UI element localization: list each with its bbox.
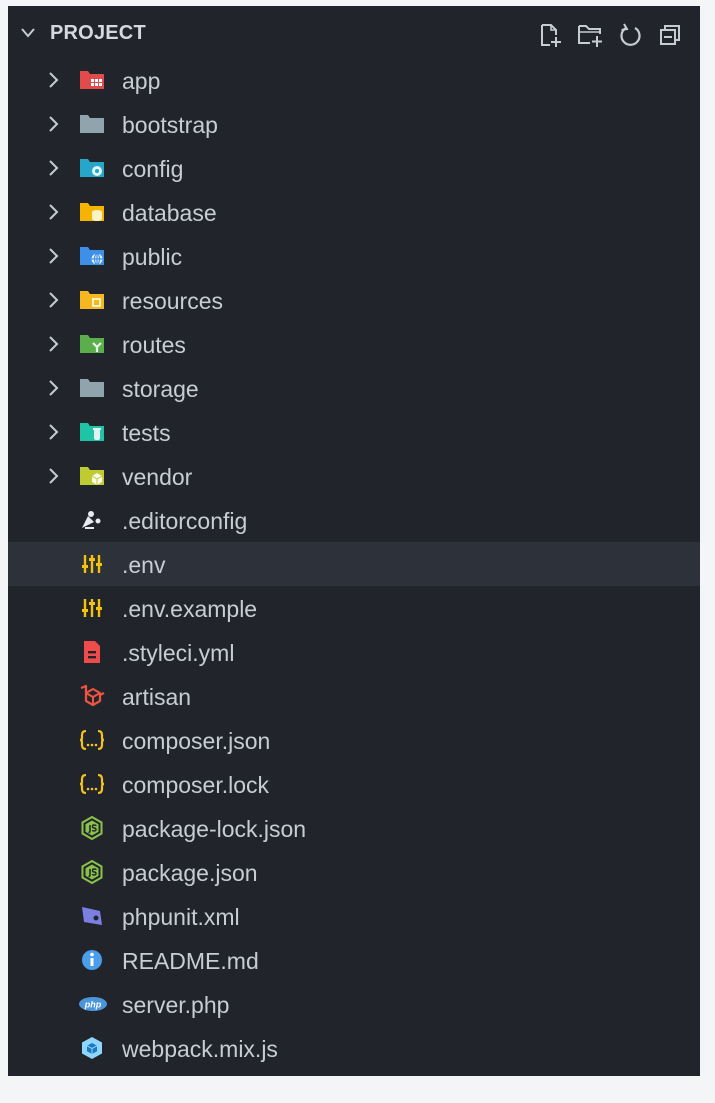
info-icon xyxy=(78,948,106,972)
new-file-icon[interactable] xyxy=(536,21,564,49)
folder-icon xyxy=(78,112,106,136)
file-label: .env.example xyxy=(122,596,258,622)
folder-label: resources xyxy=(122,288,223,314)
webpack-icon xyxy=(78,1036,106,1060)
chevron-right-icon[interactable] xyxy=(46,291,62,309)
chevron-right-icon[interactable] xyxy=(46,203,62,221)
folder-icon xyxy=(78,376,106,400)
folder-vendor-icon xyxy=(78,464,106,488)
editorconfig-icon xyxy=(78,508,106,532)
folder-label: app xyxy=(122,68,161,94)
folder-label: tests xyxy=(122,420,171,446)
folder-row-bootstrap[interactable]: bootstrap xyxy=(8,102,700,146)
folder-row-public[interactable]: public xyxy=(8,234,700,278)
file-tree: app bootstrap config database public res… xyxy=(8,58,700,1070)
folder-config-icon xyxy=(78,156,106,180)
file-row-webpack-mix[interactable]: webpack.mix.js xyxy=(8,1026,700,1070)
env-tune-icon xyxy=(78,596,106,620)
svg-text:php: php xyxy=(84,1000,102,1010)
folder-label: vendor xyxy=(122,464,193,490)
file-row-editorconfig[interactable]: .editorconfig xyxy=(8,498,700,542)
explorer-header[interactable]: PROJECT xyxy=(8,6,700,58)
file-label: package-lock.json xyxy=(122,816,307,842)
explorer-actions xyxy=(536,21,684,49)
explorer-title: PROJECT xyxy=(50,22,146,44)
file-label: server.php xyxy=(122,992,230,1018)
file-row-phpunit-xml[interactable]: phpunit.xml xyxy=(8,894,700,938)
file-label: composer.lock xyxy=(122,772,270,798)
laravel-icon xyxy=(78,684,106,708)
php-icon: php xyxy=(78,992,107,1016)
folder-row-tests[interactable]: tests xyxy=(8,410,700,454)
folder-row-routes[interactable]: routes xyxy=(8,322,700,366)
folder-label: config xyxy=(122,156,184,182)
chevron-right-icon[interactable] xyxy=(46,423,62,441)
file-label: webpack.mix.js xyxy=(122,1036,278,1062)
chevron-down-icon[interactable] xyxy=(20,26,36,40)
folder-row-resources[interactable]: resources xyxy=(8,278,700,322)
folder-label: public xyxy=(122,244,183,270)
chevron-right-icon[interactable] xyxy=(46,159,62,177)
chevron-right-icon[interactable] xyxy=(46,247,62,265)
json-braces-icon xyxy=(78,728,106,752)
file-explorer: PROJECT app bootstrap config database pu… xyxy=(8,6,700,1076)
env-tune-icon xyxy=(78,552,106,576)
file-row-env[interactable]: .env xyxy=(8,542,700,586)
folder-label: database xyxy=(122,200,217,226)
file-row-composer-json[interactable]: composer.json xyxy=(8,718,700,762)
file-row-package-lock-json[interactable]: package-lock.json xyxy=(8,806,700,850)
nodejs-icon xyxy=(78,860,106,884)
phpunit-icon xyxy=(78,904,106,928)
file-label: package.json xyxy=(122,860,258,886)
chevron-right-icon[interactable] xyxy=(46,71,62,89)
file-row-package-json[interactable]: package.json xyxy=(8,850,700,894)
file-row-readme[interactable]: README.md xyxy=(8,938,700,982)
json-braces-icon xyxy=(78,772,106,796)
folder-routes-icon xyxy=(78,332,106,356)
refresh-icon[interactable] xyxy=(616,21,644,49)
folder-app-icon xyxy=(78,68,106,92)
folder-resources-icon xyxy=(78,288,106,312)
chevron-right-icon[interactable] xyxy=(46,115,62,133)
collapse-all-icon[interactable] xyxy=(656,21,684,49)
file-label: phpunit.xml xyxy=(122,904,240,930)
folder-database-icon xyxy=(78,200,106,224)
folder-row-storage[interactable]: storage xyxy=(8,366,700,410)
file-label: README.md xyxy=(122,948,259,974)
folder-row-database[interactable]: database xyxy=(8,190,700,234)
file-label: .styleci.yml xyxy=(122,640,235,666)
folder-public-icon xyxy=(78,244,106,268)
file-label: composer.json xyxy=(122,728,271,754)
file-row-styleci[interactable]: .styleci.yml xyxy=(8,630,700,674)
file-label: .env xyxy=(122,552,166,578)
new-folder-icon[interactable] xyxy=(576,21,604,49)
file-row-env-example[interactable]: .env.example xyxy=(8,586,700,630)
chevron-right-icon[interactable] xyxy=(46,335,62,353)
nodejs-icon xyxy=(78,816,106,840)
folder-row-config[interactable]: config xyxy=(8,146,700,190)
folder-tests-icon xyxy=(78,420,106,444)
file-row-server-php[interactable]: php server.php xyxy=(8,982,700,1026)
file-label: .editorconfig xyxy=(122,508,248,534)
folder-row-vendor[interactable]: vendor xyxy=(8,454,700,498)
file-label: artisan xyxy=(122,684,192,710)
file-row-composer-lock[interactable]: composer.lock xyxy=(8,762,700,806)
folder-label: storage xyxy=(122,376,199,402)
file-row-artisan[interactable]: artisan xyxy=(8,674,700,718)
yaml-icon xyxy=(78,640,106,664)
folder-label: bootstrap xyxy=(122,112,218,138)
chevron-right-icon[interactable] xyxy=(46,467,62,485)
folder-label: routes xyxy=(122,332,186,358)
chevron-right-icon[interactable] xyxy=(46,379,62,397)
folder-row-app[interactable]: app xyxy=(8,58,700,102)
